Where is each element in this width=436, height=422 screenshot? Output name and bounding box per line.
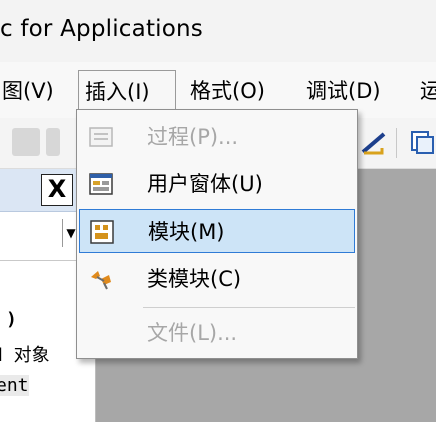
insert-menu-dropdown: 过程(P)... 用户窗体(U) 模块(M) 类模块(C) 文件(L)... xyxy=(76,109,358,359)
menu-item-label: 用户窗体(U) xyxy=(147,172,263,196)
menu-debug[interactable]: 调试(D) xyxy=(300,74,387,108)
menu-item-label: 文件(L)... xyxy=(147,321,238,345)
procedure-icon xyxy=(89,127,113,147)
paste-icon[interactable] xyxy=(12,128,40,156)
menu-item-label: 过程(P)... xyxy=(147,125,239,149)
menu-item-label: 类模块(C) xyxy=(147,267,242,291)
project-explorer-icon[interactable] xyxy=(408,128,436,156)
menu-item-procedure[interactable]: 过程(P)... xyxy=(79,115,355,159)
window-title: c for Applications xyxy=(0,16,203,42)
menu-item-label: 模块(M) xyxy=(148,220,225,244)
code-line: ent xyxy=(0,375,29,396)
close-pane-button[interactable]: X xyxy=(41,174,73,206)
find-icon[interactable] xyxy=(46,128,60,156)
design-mode-icon[interactable] xyxy=(360,128,388,156)
menu-format[interactable]: 格式(O) xyxy=(184,74,271,108)
menu-item-module[interactable]: 模块(M) xyxy=(79,209,355,253)
code-line: ) xyxy=(6,309,17,330)
code-line: d 对象 xyxy=(0,345,50,366)
module-icon xyxy=(90,220,114,244)
menu-view[interactable]: 图(V) xyxy=(0,74,60,108)
toolbar-separator xyxy=(396,128,397,158)
menu-item-class-module[interactable]: 类模块(C) xyxy=(79,257,355,301)
userform-icon xyxy=(89,173,113,195)
menu-separator xyxy=(143,307,355,308)
class-module-icon xyxy=(91,271,111,290)
menu-run[interactable]: 运 xyxy=(414,74,436,108)
title-bar: c for Applications xyxy=(0,0,436,62)
menu-item-userform[interactable]: 用户窗体(U) xyxy=(79,162,355,206)
menu-item-file[interactable]: 文件(L)... xyxy=(79,311,355,355)
